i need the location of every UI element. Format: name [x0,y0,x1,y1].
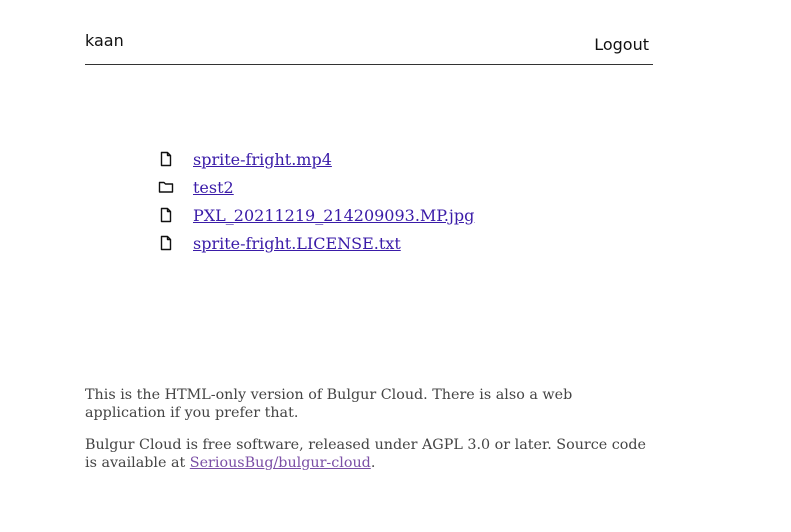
file-link[interactable]: sprite-fright.mp4 [193,150,332,169]
file-icon [160,235,172,251]
license-notice: Bulgur Cloud is free software, released … [85,436,655,472]
file-link[interactable]: PXL_20211219_214209093.MP.jpg [193,206,474,225]
folder-link[interactable]: test2 [193,178,234,197]
source-code-link[interactable]: SeriousBug/bulgur-cloud [190,455,371,471]
folder-icon [158,181,174,193]
username-label: kaan [85,31,124,50]
footer: This is the HTML-only version of Bulgur … [85,386,655,486]
logout-button[interactable]: Logout [594,35,649,54]
file-icon [160,151,172,167]
file-icon [160,207,172,223]
license-end: . [370,455,376,471]
html-only-notice: This is the HTML-only version of Bulgur … [85,387,573,421]
header-bar: kaan Logout [85,28,653,65]
file-link[interactable]: sprite-fright.LICENSE.txt [193,234,401,253]
